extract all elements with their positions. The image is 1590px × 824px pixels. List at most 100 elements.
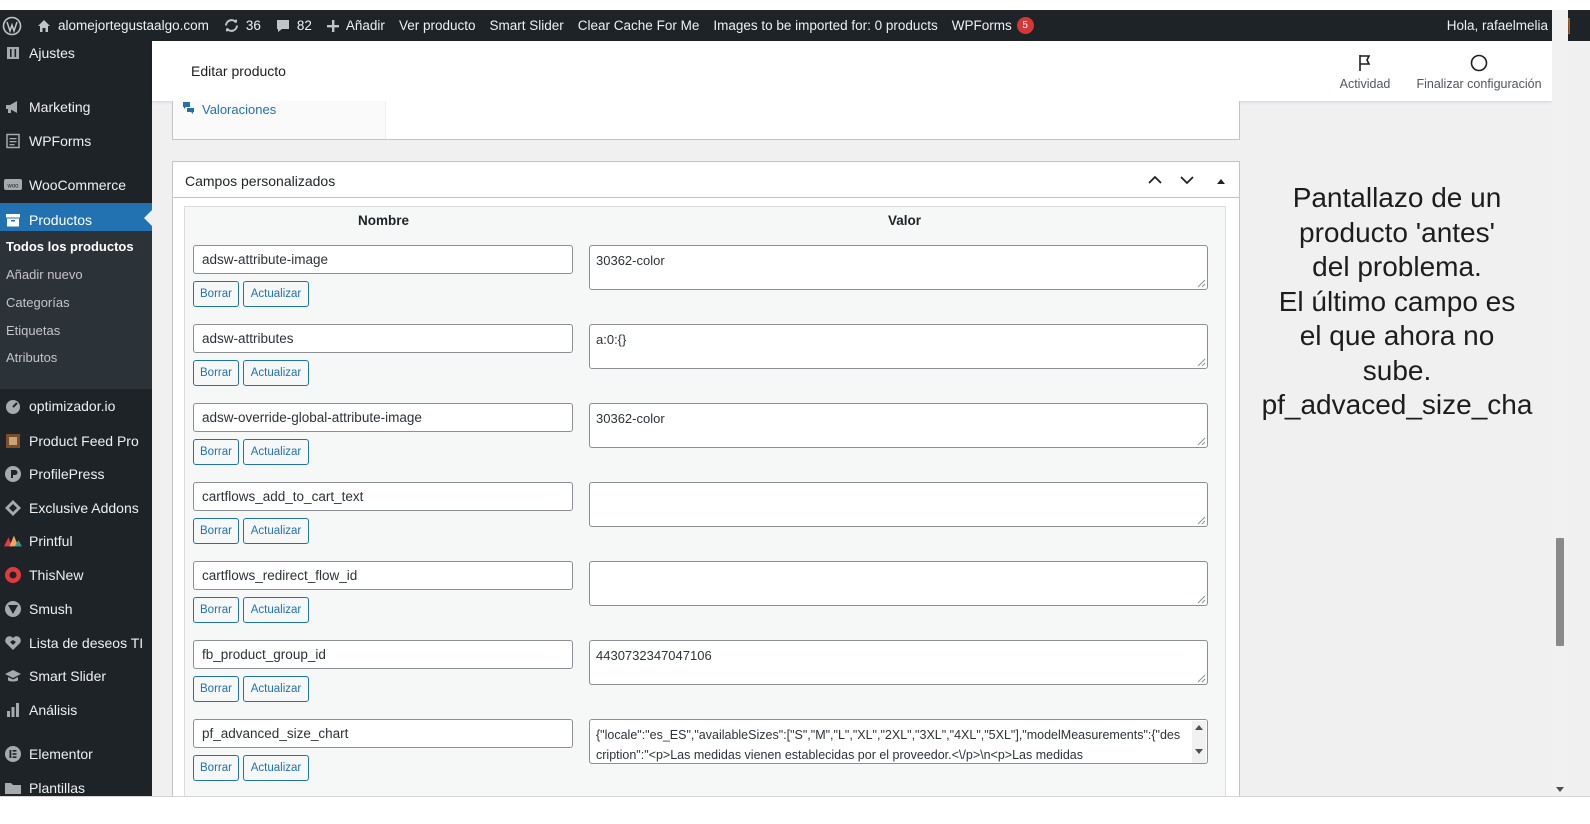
updates-count: 36 (245, 18, 261, 33)
delete-button[interactable]: Borrar (193, 439, 239, 465)
toggle-panel-button[interactable] (1211, 171, 1231, 191)
menu-label-printful: Printful (29, 533, 73, 549)
meta-key-input[interactable]: adsw-attributes (193, 324, 573, 353)
comments-link[interactable]: 82 (268, 10, 319, 41)
meta-value-textarea[interactable]: {"locale":"es_ES","availableSizes":["S",… (589, 719, 1208, 764)
activity-button[interactable]: Actividad (1332, 53, 1398, 91)
menu-item-exclusive-addons[interactable]: Exclusive Addons (0, 493, 152, 523)
meta-value-textarea[interactable] (589, 561, 1208, 606)
scrollbar-thumb[interactable] (1556, 538, 1564, 646)
site-name-link[interactable]: alomejortegustaalgo.com (29, 10, 216, 41)
new-content-link[interactable]: Añadir (319, 10, 392, 41)
divider (0, 796, 1590, 797)
menu-label-productos: Productos (29, 212, 93, 228)
slider-icon (4, 667, 22, 685)
plus-icon (326, 19, 340, 33)
view-product-link[interactable]: Ver producto (392, 10, 483, 41)
flag-icon (1332, 53, 1398, 73)
update-button[interactable]: Actualizar (243, 281, 309, 307)
delete-button[interactable]: Borrar (193, 676, 239, 702)
delete-button[interactable]: Borrar (193, 281, 239, 307)
meta-value-text: 30362-color (596, 253, 665, 268)
greeting: Hola, rafaelmelia (1446, 18, 1548, 33)
meta-key-input[interactable]: cartflows_redirect_flow_id (193, 561, 573, 590)
menu-item-smush[interactable]: Smush (0, 594, 152, 624)
smush-icon (4, 600, 22, 618)
update-button[interactable]: Actualizar (243, 439, 309, 465)
updates-icon (223, 17, 240, 34)
menu-label-optimizador: optimizador.io (29, 398, 116, 414)
meta-value-textarea[interactable]: 4430732347047106 (589, 640, 1208, 685)
meta-value-textarea[interactable]: 30362-color (589, 403, 1208, 448)
move-down-button[interactable] (1177, 171, 1197, 191)
menu-item-optimizador[interactable]: optimizador.io (0, 391, 152, 421)
clear-cache-link[interactable]: Clear Cache For Me (571, 10, 707, 41)
meta-value-textarea[interactable]: a:0:{} (589, 324, 1208, 369)
column-header-value: Valor (888, 213, 922, 228)
meta-value-text: {"locale":"es_ES","availableSizes":["S",… (596, 728, 1181, 762)
menu-item-lista-deseos[interactable]: Lista de deseos TI (0, 628, 152, 658)
submenu-etiquetas[interactable]: Etiquetas (6, 323, 60, 338)
meta-value-textarea[interactable] (589, 482, 1208, 527)
menu-item-product-feed-pro[interactable]: Product Feed Pro (0, 426, 152, 456)
thisnew-icon (4, 566, 22, 584)
my-account-link[interactable]: Hola, rafaelmelia (1440, 10, 1570, 41)
menu-item-ajustes[interactable]: Ajustes (0, 38, 152, 68)
submenu-categorias[interactable]: Categorías (6, 295, 70, 310)
scroll-up-icon (1195, 725, 1203, 730)
update-button[interactable]: Actualizar (243, 676, 309, 702)
delete-button[interactable]: Borrar (193, 597, 239, 623)
meta-value-textarea[interactable]: 30362-color (589, 245, 1208, 290)
textarea-scrollbar[interactable] (1192, 721, 1206, 763)
submenu-anadir-nuevo[interactable]: Añadir nuevo (6, 267, 83, 282)
updates-link[interactable]: 36 (216, 10, 268, 41)
delete-button[interactable]: Borrar (193, 360, 239, 386)
note-line: Pantallazo de un (1292, 182, 1502, 213)
table-row: adsw-attributes Borrar Actualizar a:0:{} (185, 324, 1225, 403)
submenu-todos-productos[interactable]: Todos los productos (6, 239, 134, 254)
smart-slider-link[interactable]: Smart Slider (483, 10, 571, 41)
menu-item-smart-slider[interactable]: Smart Slider (0, 661, 152, 691)
menu-item-printful[interactable]: Printful (0, 526, 152, 556)
menu-item-woocommerce[interactable]: woo WooCommerce (0, 170, 152, 200)
meta-key-input[interactable]: fb_product_group_id (193, 640, 573, 669)
page-scrollbar[interactable] (1552, 10, 1568, 796)
meta-value-text: 30362-color (596, 411, 665, 426)
scroll-down-arrow-icon[interactable] (1556, 787, 1564, 792)
images-import-link[interactable]: Images to be imported for: 0 products (706, 10, 944, 41)
delete-button[interactable]: Borrar (193, 518, 239, 544)
menu-item-thisnew[interactable]: ThisNew (0, 560, 152, 590)
menu-item-elementor[interactable]: Elementor (0, 739, 152, 769)
menu-label-smart-slider: Smart Slider (29, 668, 107, 684)
megaphone-icon (4, 98, 22, 116)
update-button[interactable]: Actualizar (243, 755, 309, 781)
menu-item-profilepress[interactable]: ProfilePress (0, 459, 152, 489)
finish-setup-button[interactable]: Finalizar configuración (1414, 53, 1544, 91)
menu-item-plantillas[interactable]: Plantillas (0, 773, 152, 796)
meta-value-text: a:0:{} (596, 332, 627, 347)
wordpress-logo-button[interactable] (0, 10, 29, 41)
wpforms-link[interactable]: WPForms 5 (945, 10, 1041, 41)
printful-icon (4, 532, 22, 550)
tab-valoraciones[interactable]: Valoraciones (183, 102, 276, 117)
meta-key-input[interactable]: pf_advanced_size_chart (193, 719, 573, 748)
menu-item-wpforms[interactable]: WPForms (0, 126, 152, 156)
menu-item-marketing[interactable]: Marketing (0, 92, 152, 122)
meta-key-input[interactable]: adsw-attribute-image (193, 245, 573, 274)
update-button[interactable]: Actualizar (243, 360, 309, 386)
move-up-button[interactable] (1145, 171, 1165, 191)
menu-label-marketing: Marketing (29, 99, 91, 115)
menu-item-analisis[interactable]: Análisis (0, 695, 152, 725)
resize-handle-icon (1197, 437, 1206, 446)
update-button[interactable]: Actualizar (243, 597, 309, 623)
chevron-up-icon (1148, 172, 1162, 190)
table-row: cartflows_redirect_flow_id Borrar Actual… (185, 561, 1225, 640)
menu-label-plantillas: Plantillas (29, 780, 86, 796)
submenu-atributos[interactable]: Atributos (6, 350, 57, 365)
meta-key-input[interactable]: cartflows_add_to_cart_text (193, 482, 573, 511)
delete-button[interactable]: Borrar (193, 755, 239, 781)
meta-key-input[interactable]: adsw-override-global-attribute-image (193, 403, 573, 432)
wpforms-label: WPForms (951, 18, 1012, 33)
menu-label-woocommerce: WooCommerce (29, 177, 126, 193)
update-button[interactable]: Actualizar (243, 518, 309, 544)
